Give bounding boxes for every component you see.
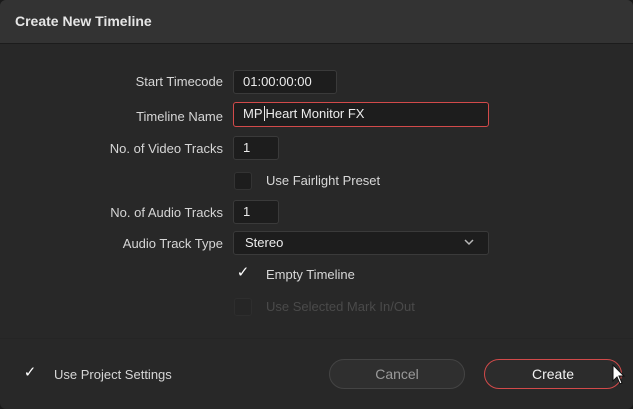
timeline-name-label: Timeline Name (136, 109, 223, 124)
create-new-timeline-dialog: Create New Timeline Start Timecode 01:00… (0, 0, 633, 409)
audio-track-type-label: Audio Track Type (122, 236, 223, 251)
audio-track-type-select[interactable]: Stereo (233, 231, 489, 255)
video-tracks-label: No. of Video Tracks (109, 141, 223, 156)
start-timecode-label: Start Timecode (135, 74, 223, 89)
empty-timeline-label: Empty Timeline (266, 267, 355, 282)
project-settings-checkbox[interactable]: ✓ (21, 365, 39, 383)
fairlight-preset-label: Use Fairlight Preset (266, 173, 381, 188)
footer-divider (0, 338, 633, 339)
timeline-name-text-after: Heart Monitor FX (265, 106, 365, 121)
audio-track-type-value: Stereo (245, 235, 284, 250)
timeline-name-text-before: MP (243, 106, 263, 121)
audio-tracks-label: No. of Audio Tracks (110, 205, 223, 220)
dialog-title: Create New Timeline (15, 13, 152, 29)
text-caret (263, 106, 265, 122)
start-timecode-field[interactable]: 01:00:00:00 (233, 70, 337, 94)
video-tracks-field[interactable]: 1 (233, 136, 279, 160)
timeline-name-field[interactable]: MP Heart Monitor FX (233, 102, 489, 127)
fairlight-preset-checkbox[interactable] (234, 172, 252, 190)
create-button[interactable]: Create (484, 359, 622, 389)
selected-mark-checkbox (234, 298, 252, 316)
selected-mark-label: Use Selected Mark In/Out (266, 299, 415, 314)
cursor-arrow-icon (612, 364, 626, 385)
empty-timeline-checkbox[interactable]: ✓ (234, 265, 252, 283)
dialog-titlebar: Create New Timeline (0, 0, 633, 44)
project-settings-label: Use Project Settings (54, 367, 172, 382)
audio-tracks-field[interactable]: 1 (233, 200, 279, 224)
cancel-button[interactable]: Cancel (329, 359, 465, 389)
chevron-down-icon (464, 239, 474, 246)
